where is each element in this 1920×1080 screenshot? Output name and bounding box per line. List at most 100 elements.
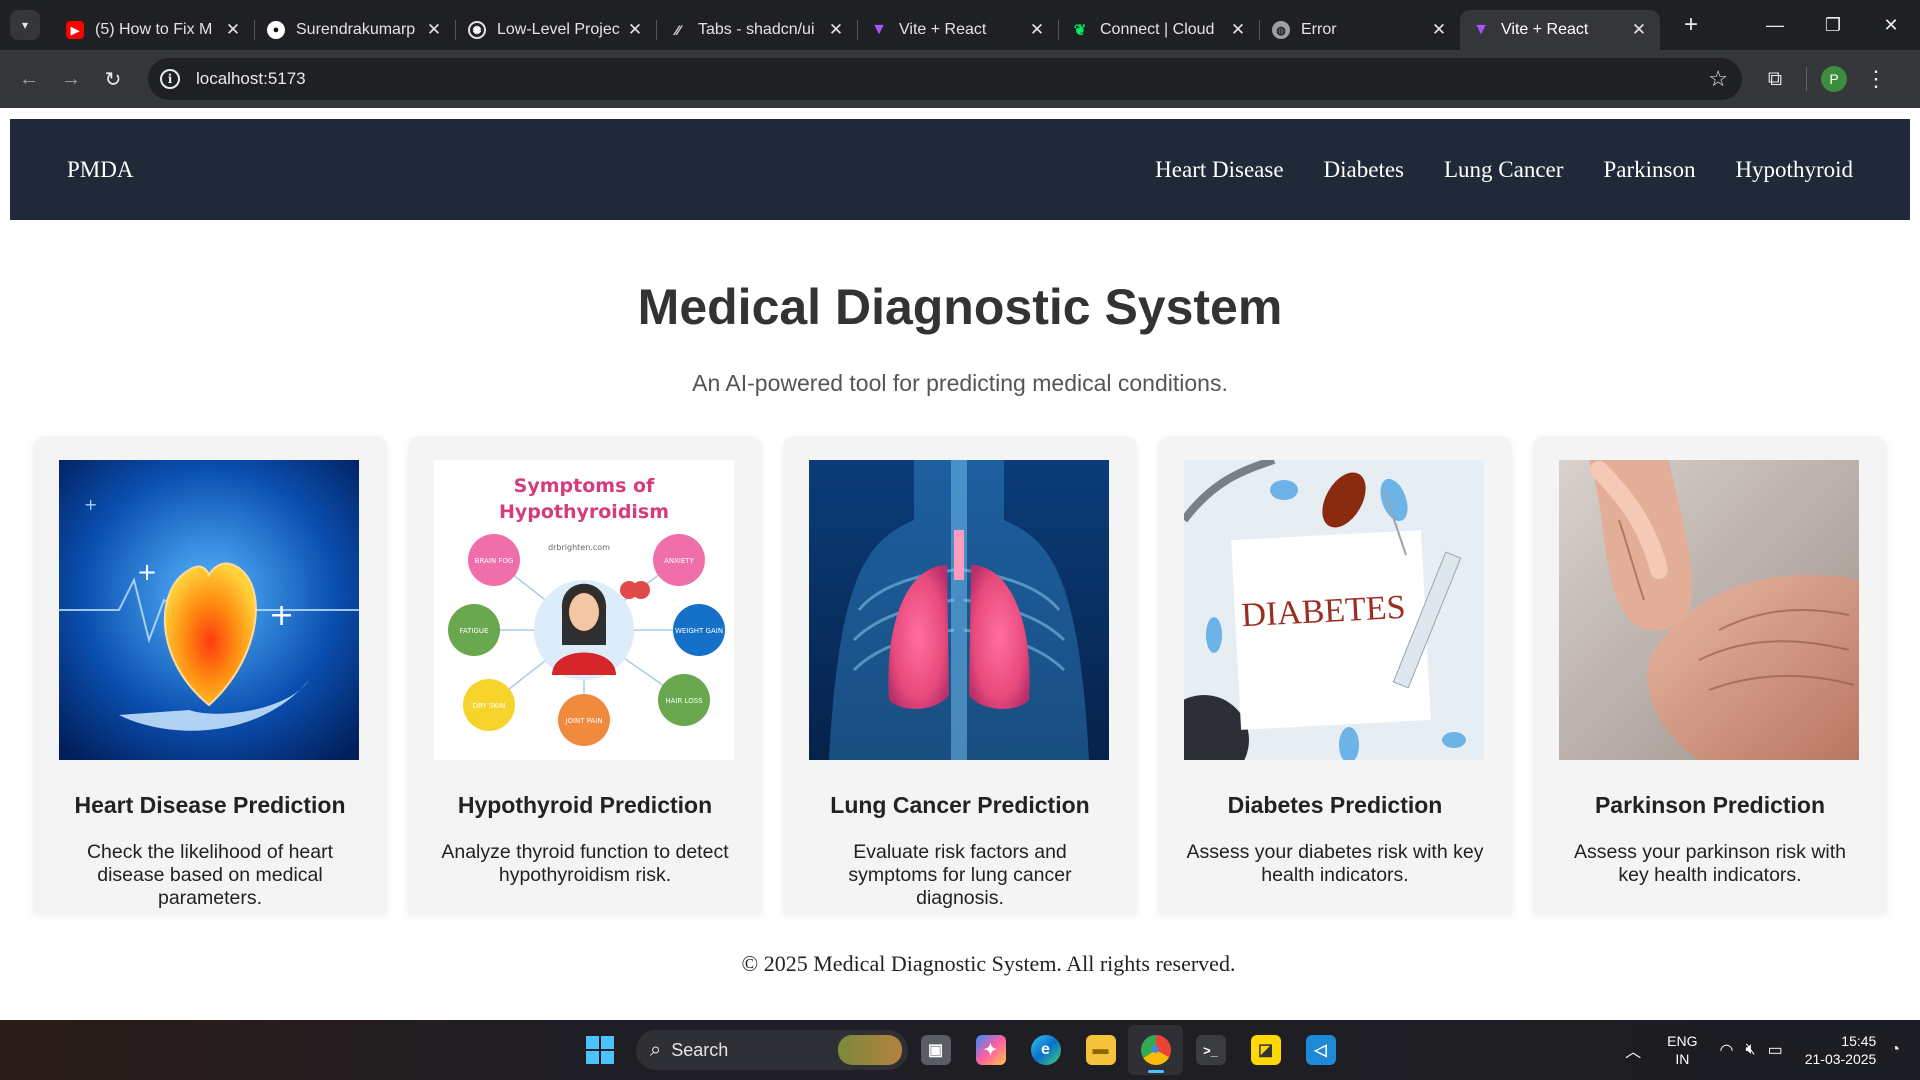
svg-text:+: + bbox=[137, 558, 157, 586]
close-icon[interactable]: ✕ bbox=[827, 20, 845, 40]
close-icon[interactable]: ✕ bbox=[425, 20, 443, 40]
terminal-icon: >_ bbox=[1195, 1035, 1226, 1065]
svg-text:+: + bbox=[269, 598, 294, 633]
nav-link-heart-disease[interactable]: Heart Disease bbox=[1155, 157, 1283, 183]
card-hypothyroid[interactable]: Symptoms of Hypothyroidism drbrighten.co… bbox=[408, 436, 762, 914]
browser-tab-active[interactable]: ▼ Vite + React ✕ bbox=[1460, 10, 1660, 50]
bubble-label: WEIGHT GAIN bbox=[675, 627, 723, 635]
address-bar[interactable]: i localhost:5173 ☆ bbox=[148, 58, 1742, 100]
tab-title: Tabs - shadcn/ui bbox=[698, 21, 815, 38]
copilot-icon: ✦ bbox=[975, 1035, 1006, 1065]
extensions-puzzle-icon[interactable]: ⧉ bbox=[1758, 62, 1792, 96]
bubble-label: FATIGUE bbox=[460, 627, 489, 635]
close-window-button[interactable]: ✕ bbox=[1862, 0, 1920, 50]
notification-bell-icon[interactable]: ◔ bbox=[1890, 1041, 1900, 1059]
forward-button[interactable]: → bbox=[50, 58, 92, 100]
infographic-heading-2: Hypothyroidism bbox=[499, 501, 669, 523]
taskbar-chrome[interactable]: ● bbox=[1128, 1025, 1183, 1075]
shadcn-icon: ⁄⁄ bbox=[675, 22, 681, 38]
close-icon[interactable]: ✕ bbox=[626, 20, 644, 40]
tab-title: Connect | Cloud bbox=[1100, 21, 1215, 38]
card-lung-cancer[interactable]: Lung Cancer Prediction Evaluate risk fac… bbox=[783, 436, 1137, 914]
tab-search-button[interactable]: ▾ bbox=[10, 10, 40, 40]
close-icon[interactable]: ✕ bbox=[224, 20, 242, 40]
restore-button[interactable]: ❐ bbox=[1804, 0, 1862, 50]
language-indicator[interactable]: ENG IN bbox=[1667, 1032, 1697, 1068]
mongodb-leaf-icon: ❦ bbox=[1073, 22, 1087, 39]
close-icon: ✕ bbox=[1883, 14, 1899, 35]
tab-title: Error bbox=[1301, 21, 1337, 38]
card-diabetes[interactable]: DIABETES Diabetes Prediction Assess your… bbox=[1158, 436, 1512, 914]
battery-icon[interactable]: ▭ bbox=[1768, 1040, 1783, 1060]
browser-tab[interactable]: ▶ (5) How to Fix M ✕ bbox=[54, 10, 254, 50]
taskbar-terminal[interactable]: >_ bbox=[1183, 1025, 1238, 1075]
lungs-xray-illustration bbox=[809, 460, 1109, 760]
reload-icon: ↻ bbox=[104, 68, 122, 91]
close-icon[interactable]: ✕ bbox=[1229, 20, 1247, 40]
chevron-up-icon[interactable]: ︿ bbox=[1625, 1038, 1641, 1062]
card-parkinson[interactable]: Parkinson Prediction Assess your parkins… bbox=[1533, 436, 1887, 914]
volume-muted-icon[interactable]: 🔇︎ bbox=[1745, 1041, 1755, 1059]
language-code: ENG bbox=[1667, 1033, 1698, 1049]
bubble-label: JOINT PAIN bbox=[564, 717, 602, 725]
new-tab-button[interactable]: + bbox=[1674, 8, 1708, 42]
browser-tab[interactable]: ◍ Error ✕ bbox=[1260, 10, 1460, 50]
close-icon[interactable]: ✕ bbox=[1630, 20, 1648, 40]
page-title: Medical Diagnostic System bbox=[637, 279, 1283, 335]
globe-icon: ◍ bbox=[1272, 21, 1290, 39]
bubble-label: HAIR LOSS bbox=[665, 697, 703, 705]
site-info-icon[interactable]: i bbox=[160, 69, 180, 89]
browser-tab[interactable]: ▼ Vite + React ✕ bbox=[858, 10, 1058, 50]
browser-tab[interactable]: ● Surendrakumarp ✕ bbox=[255, 10, 455, 50]
card-description: Evaluate risk factors and symptoms for l… bbox=[848, 841, 1072, 909]
card-description: Check the likelihood of heart disease ba… bbox=[86, 841, 334, 909]
infographic-source: drbrighten.com bbox=[548, 543, 610, 552]
taskbar-search[interactable]: ⌕ Search bbox=[636, 1030, 908, 1070]
windows-logo-tile bbox=[601, 1036, 614, 1049]
toolbar-divider bbox=[1806, 67, 1807, 91]
nav-link-hypothyroid[interactable]: Hypothyroid bbox=[1735, 157, 1853, 183]
plus-icon: + bbox=[1683, 11, 1698, 38]
browser-tab[interactable]: ❦ Connect | Cloud ✕ bbox=[1059, 10, 1259, 50]
url-text[interactable]: localhost:5173 bbox=[196, 69, 306, 89]
clock-date: 21-03-2025 bbox=[1804, 1051, 1877, 1067]
sticky-notes-icon: ◪ bbox=[1250, 1035, 1281, 1065]
browser-tab[interactable]: ⁄⁄ Tabs - shadcn/ui ✕ bbox=[657, 10, 857, 50]
minimize-icon: — bbox=[1766, 14, 1784, 35]
wifi-icon[interactable]: ◠ bbox=[1720, 1040, 1734, 1060]
arrow-right-icon: → bbox=[61, 67, 81, 90]
clock[interactable]: 15:45 21-03-2025 bbox=[1805, 1032, 1877, 1068]
menu-kebab-icon[interactable]: ⋮ bbox=[1859, 66, 1893, 92]
nav-link-lung-cancer[interactable]: Lung Cancer bbox=[1444, 157, 1563, 183]
taskbar-task-view[interactable]: ▣ bbox=[908, 1025, 963, 1075]
nav-link-diabetes[interactable]: Diabetes bbox=[1324, 157, 1404, 183]
infographic-heading-1: Symptoms of bbox=[514, 475, 655, 497]
bookmark-star-icon[interactable]: ☆ bbox=[1708, 66, 1728, 92]
card-heart-disease[interactable]: + + + Heart Disease Prediction Check the… bbox=[33, 436, 387, 914]
profile-avatar[interactable]: P bbox=[1821, 66, 1847, 92]
card-title: Parkinson Prediction bbox=[1594, 792, 1826, 818]
taskbar-file-explorer[interactable]: ▬ bbox=[1073, 1025, 1128, 1075]
taskbar-sticky-notes[interactable]: ◪ bbox=[1238, 1025, 1293, 1075]
site-footer: © 2025 Medical Diagnostic System. All ri… bbox=[741, 951, 1236, 976]
edge-icon: e bbox=[1030, 1035, 1061, 1065]
back-button[interactable]: ← bbox=[8, 58, 50, 100]
windows-start-button[interactable] bbox=[580, 1030, 620, 1070]
browser-tab[interactable]: ✺ Low-Level Projec ✕ bbox=[456, 10, 656, 50]
reload-button[interactable]: ↻ bbox=[92, 58, 134, 100]
nav-link-parkinson[interactable]: Parkinson bbox=[1603, 157, 1695, 183]
clock-time: 15:45 bbox=[1841, 1033, 1877, 1049]
tab-title: Low-Level Projec bbox=[497, 21, 620, 38]
taskbar-copilot[interactable]: ✦ bbox=[963, 1025, 1018, 1075]
vite-icon: ▼ bbox=[1473, 21, 1489, 38]
close-icon[interactable]: ✕ bbox=[1028, 20, 1046, 40]
vite-icon: ▼ bbox=[871, 21, 887, 38]
card-description: Assess your parkinson risk with key heal… bbox=[1573, 841, 1846, 886]
taskbar-edge[interactable]: e bbox=[1018, 1025, 1073, 1075]
bubble-label: DRY SKIN bbox=[473, 702, 506, 710]
site-brand[interactable]: PMDA bbox=[67, 157, 133, 183]
elderly-hands-photo bbox=[1559, 460, 1859, 760]
minimize-button[interactable]: — bbox=[1746, 0, 1804, 50]
taskbar-vscode[interactable]: ◁ bbox=[1293, 1025, 1348, 1075]
close-icon[interactable]: ✕ bbox=[1430, 20, 1448, 40]
